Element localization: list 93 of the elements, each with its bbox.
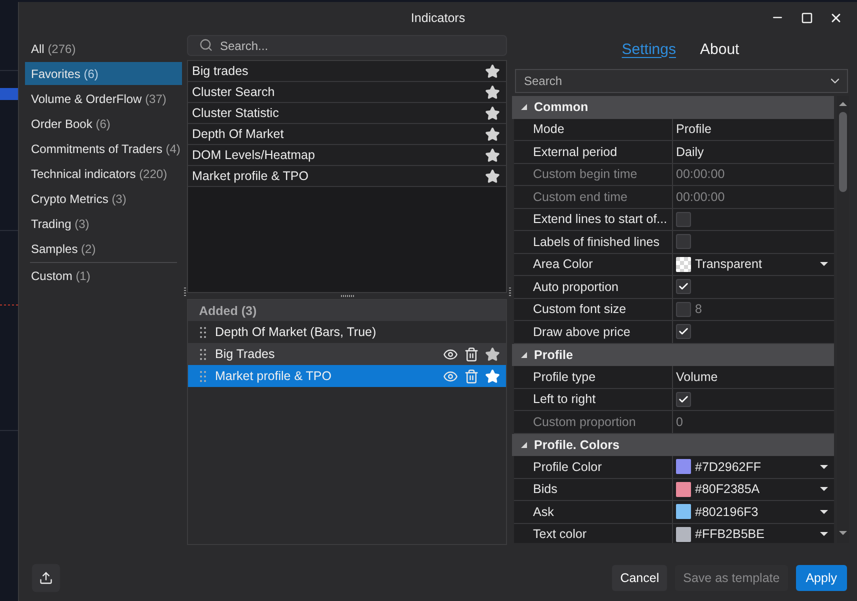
secondary-button[interactable]: Cancel: [612, 565, 668, 591]
primary-button[interactable]: Apply: [796, 565, 847, 591]
property-name: Custom font size: [533, 302, 626, 316]
property-name: Area Color: [533, 257, 593, 272]
search-field[interactable]: Search...: [187, 35, 507, 56]
property-name: Draw above price: [533, 324, 630, 339]
tab[interactable]: About: [700, 40, 740, 58]
property-value: 00:00:00: [676, 190, 725, 204]
caret-down-icon[interactable]: [820, 464, 828, 469]
export-button[interactable]: [32, 564, 60, 592]
checkbox[interactable]: [676, 279, 691, 294]
star-icon[interactable]: [485, 168, 500, 184]
added-indicator-item[interactable]: Big Trades: [188, 343, 506, 365]
check-icon: [678, 394, 689, 405]
property-name: Text color: [533, 527, 586, 542]
property-value: #802196F3: [695, 504, 758, 519]
indicator-item[interactable]: Big trades: [188, 61, 506, 82]
property-name: External period: [533, 144, 618, 159]
property-name: Profile type: [533, 370, 596, 384]
checkbox[interactable]: [676, 212, 691, 227]
property-name: Labels of finished lines: [533, 234, 660, 249]
group-header[interactable]: Common: [512, 96, 834, 118]
check-icon: [678, 326, 689, 338]
property-name: Left to right: [533, 392, 596, 406]
property-name: Bids: [533, 482, 558, 496]
property-name: Custom proportion: [533, 414, 636, 429]
property-name: Extend lines to start of...: [533, 212, 668, 226]
category-item[interactable]: Samples (2): [25, 237, 182, 260]
checkbox[interactable]: [676, 324, 691, 340]
category-item[interactable]: Technical indicators (220): [25, 162, 182, 185]
trash-icon[interactable]: [464, 346, 479, 362]
tab[interactable]: Settings: [622, 40, 676, 58]
group-header[interactable]: Profile. Colors: [512, 434, 834, 456]
category-item[interactable]: Volume & OrderFlow (37): [25, 87, 182, 110]
category-item[interactable]: Custom (1): [25, 264, 182, 287]
indicator-item[interactable]: Cluster Search: [188, 82, 506, 103]
caret-down-icon[interactable]: [820, 510, 828, 514]
checkbox[interactable]: [676, 302, 691, 317]
category-item[interactable]: Crypto Metrics (3): [25, 187, 182, 210]
property-name: Mode: [533, 122, 564, 136]
indicator-item[interactable]: Depth Of Market: [188, 124, 506, 145]
property-value: #FFB2B5BE: [695, 527, 764, 542]
checkbox[interactable]: [676, 234, 691, 250]
indicator-item[interactable]: Market profile & TPO: [188, 166, 506, 187]
star-icon[interactable]: [485, 148, 500, 162]
section-header: Added (3): [188, 300, 506, 321]
category-item[interactable]: Trading (3): [25, 212, 182, 235]
star-icon[interactable]: [485, 64, 500, 78]
added-indicator-item[interactable]: Market profile & TPO: [188, 365, 506, 387]
property-name: Auto proportion: [533, 280, 618, 294]
property-name: Custom end time: [533, 190, 628, 204]
caret-down-icon[interactable]: [820, 487, 828, 492]
category-item[interactable]: All (276): [25, 37, 182, 60]
property-value: Daily: [676, 144, 704, 159]
checkbox[interactable]: [676, 392, 691, 407]
property-name: Profile Color: [533, 460, 602, 474]
maximize-icon: [800, 12, 812, 24]
property-value: #80F2385A: [695, 482, 760, 496]
scrollbar-thumb[interactable]: [839, 112, 847, 192]
category-item[interactable]: Order Book (6): [25, 112, 182, 135]
category-item[interactable]: Commitments of Traders (4): [25, 137, 182, 160]
indicator-item[interactable]: Cluster Statistic: [188, 103, 506, 124]
drag-handle-icon[interactable]: [200, 326, 206, 338]
drag-handle-icon[interactable]: [200, 370, 206, 382]
property-name: Custom begin time: [533, 167, 638, 182]
category-item[interactable]: Favorites (6): [25, 62, 182, 85]
upload-icon: [39, 571, 53, 585]
property-value: 0: [676, 414, 683, 429]
property-value: 8: [695, 302, 702, 316]
star-icon[interactable]: [485, 84, 500, 100]
scroll-down-icon[interactable]: [839, 531, 847, 535]
checkered-swatch-icon: [676, 256, 691, 272]
check-icon: [678, 281, 689, 292]
eye-icon[interactable]: [443, 346, 458, 362]
property-value: 00:00:00: [676, 167, 725, 182]
star-icon[interactable]: [485, 126, 500, 142]
search-field[interactable]: Search: [515, 69, 848, 93]
property-value: #7D2962FF: [695, 460, 762, 474]
caret-down-icon[interactable]: [820, 262, 828, 266]
window-title: Indicators: [410, 10, 466, 24]
scroll-up-icon[interactable]: [839, 102, 847, 106]
star-icon[interactable]: [485, 346, 500, 362]
property-value: Transparent: [695, 257, 762, 272]
star-icon[interactable]: [485, 106, 500, 120]
caret-down-icon[interactable]: [820, 532, 828, 536]
property-name: Ask: [533, 504, 554, 519]
drag-handle-icon[interactable]: [200, 348, 206, 360]
indicator-item[interactable]: DOM Levels/Heatmap: [188, 145, 506, 166]
group-header[interactable]: Profile: [512, 344, 834, 366]
added-indicator-item[interactable]: Depth Of Market (Bars, True): [188, 321, 506, 343]
search-icon: [199, 38, 213, 52]
property-value: Profile: [676, 122, 712, 136]
property-value: Volume: [676, 370, 718, 384]
